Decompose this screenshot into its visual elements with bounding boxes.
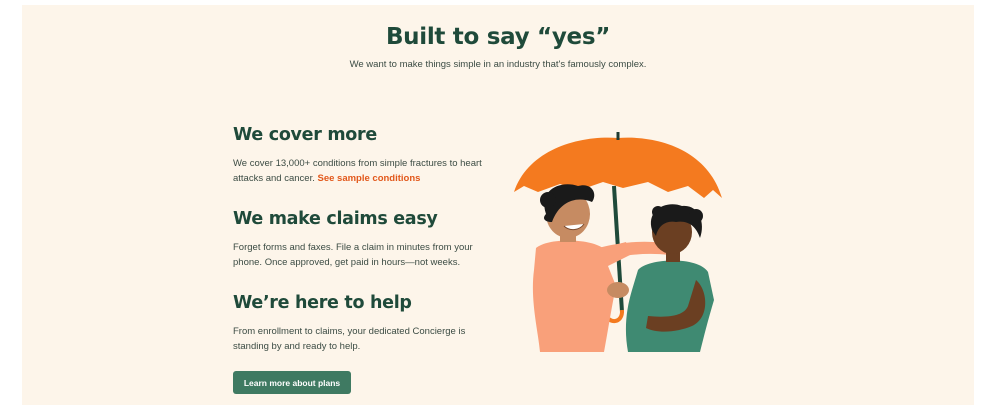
learn-more-button[interactable]: Learn more about plans	[233, 371, 351, 394]
hero-section: Built to say “yes” We want to make thing…	[22, 5, 974, 405]
feature-body: From enrollment to claims, your dedicate…	[233, 326, 466, 352]
feature-body: We cover 13,000+ conditions from simple …	[233, 156, 498, 186]
two-people-under-umbrella-illustration	[514, 132, 722, 352]
feature-body: Forget forms and faxes. File a claim in …	[233, 242, 473, 268]
see-sample-conditions-link[interactable]: See sample conditions	[318, 173, 421, 184]
umbrella-canopy	[514, 137, 722, 198]
feature-heading: We cover more	[233, 125, 377, 145]
feature-heading: We make claims easy	[233, 209, 438, 229]
section-subtitle: We want to make things simple in an indu…	[349, 59, 647, 70]
feature-here-to-help: We’re here to help From enrollment to cl…	[233, 293, 498, 354]
feature-claims-easy: We make claims easy Forget forms and fax…	[233, 209, 498, 270]
section-title: Built to say “yes”	[385, 24, 611, 50]
feature-cover-more: We cover more We cover 13,000+ condition…	[233, 125, 498, 186]
feature-heading: We’re here to help	[233, 293, 412, 313]
